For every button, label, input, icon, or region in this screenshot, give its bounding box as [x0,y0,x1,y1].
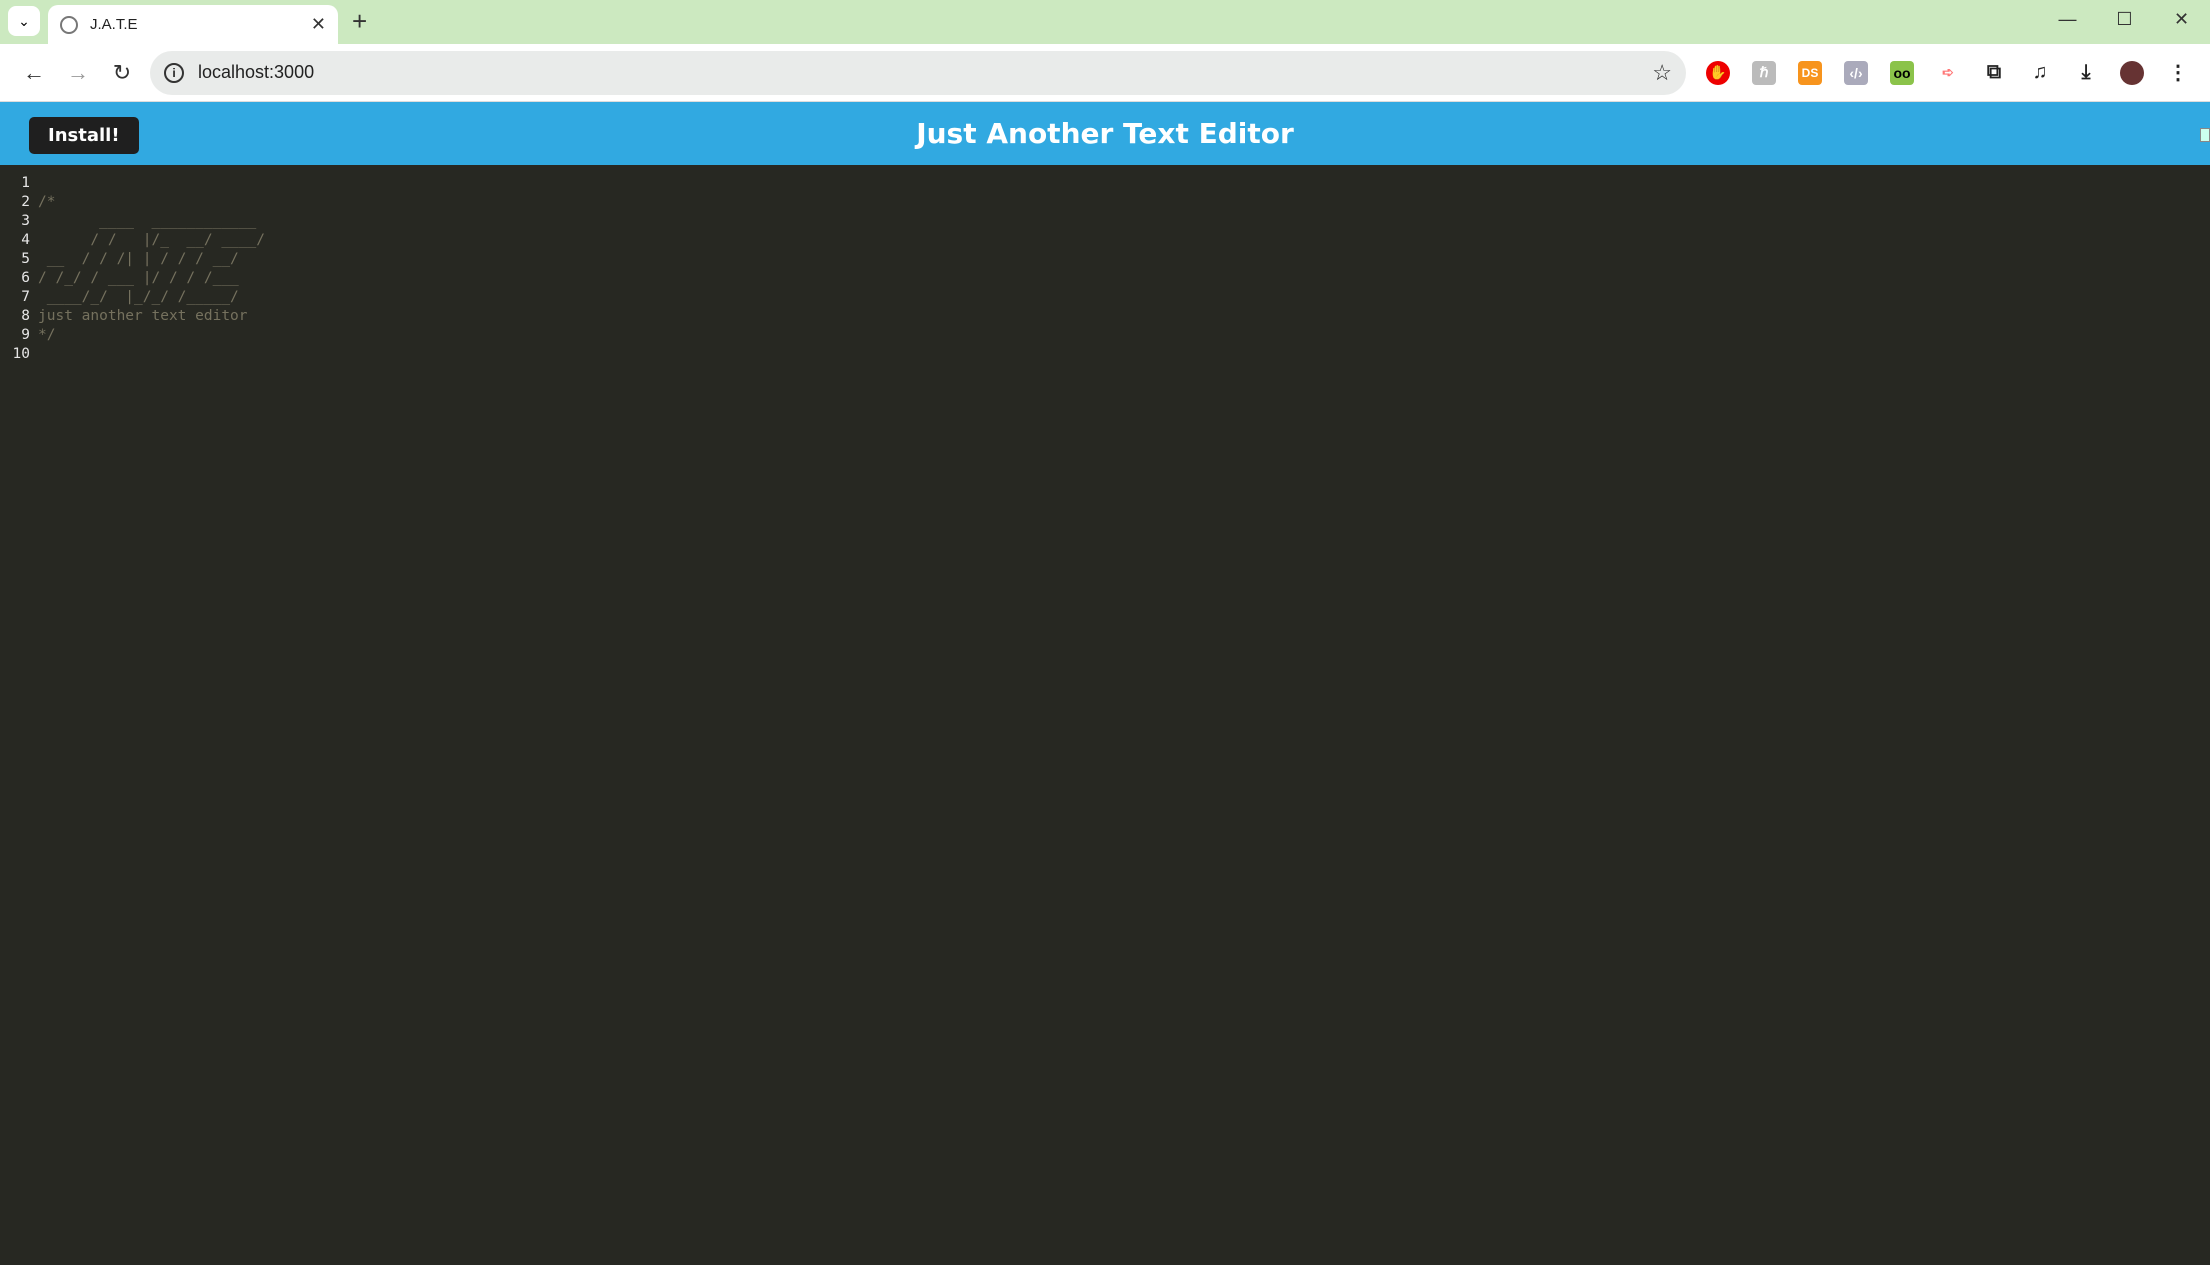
glasses-extension-icon[interactable]: oo [1890,60,1914,85]
close-window-button[interactable]: ✕ [2153,0,2210,40]
minimize-button[interactable]: — [2039,0,2096,40]
editor-line[interactable]: 6/ /_/ / ___ |/ / / /___ [0,269,2210,288]
line-number: 8 [21,308,30,324]
line-text[interactable]: /* [32,193,55,212]
url-text[interactable]: localhost:3000 [198,62,1652,83]
forward-button[interactable]: → [56,60,100,86]
adblock-icon[interactable]: ✋ [1706,60,1730,85]
line-text[interactable]: / /_/ / ___ |/ / / /___ [32,269,239,288]
line-number: 5 [21,251,30,267]
back-button[interactable]: ← [12,60,56,86]
line-number: 1 [21,175,30,191]
tab-search-button[interactable]: ⌄ [8,6,40,36]
app-header: Install! Just Another Text Editor [0,102,2210,165]
download-icon[interactable]: ⤓ [2074,61,2098,85]
code-extension-icon[interactable]: ‹/› [1844,60,1868,85]
arrow-extension-icon[interactable]: ➪ [1936,61,1960,85]
editor-line[interactable]: 10 [0,345,2210,364]
editor-line[interactable]: 4 / / |/_ __/ ____/ [0,231,2210,250]
line-text[interactable]: / / |/_ __/ ____/ [32,231,265,250]
ds-extension-icon[interactable]: DS [1798,60,1822,85]
line-text[interactable]: just another text editor [32,307,248,326]
line-text[interactable]: */ [32,326,55,345]
avatar[interactable] [2120,60,2144,85]
broken-logo-image [2200,128,2210,142]
editor-line[interactable]: 2/* [0,193,2210,212]
editor-line[interactable]: 8 just another text editor [0,307,2210,326]
media-control-icon[interactable]: ♫ [2028,61,2052,85]
line-text[interactable] [32,345,38,364]
editor-line[interactable]: 9 */ [0,326,2210,345]
tab-bar: ⌄ J.A.T.E ✕ + — ☐ ✕ [0,0,2210,44]
line-number: 6 [21,270,30,286]
tab-jate[interactable]: J.A.T.E ✕ [48,5,338,44]
editor-line[interactable]: 1 [0,174,2210,193]
menu-icon[interactable]: ⋮ [2166,61,2190,85]
globe-icon [60,15,78,34]
line-number: 10 [12,346,30,362]
line-text[interactable]: ____ ____________ [32,212,256,231]
maximize-button[interactable]: ☐ [2096,0,2153,40]
line-text[interactable] [32,174,38,193]
code-editor[interactable]: 1 2/* 3 ____ ____________ 4 / / |/_ __/ ___… [0,165,2210,364]
tab-title: J.A.T.E [90,16,138,33]
line-number: 4 [21,232,30,248]
new-tab-button[interactable]: + [352,6,367,37]
page-title: Just Another Text Editor [916,117,1294,150]
bookmark-star-icon[interactable]: ☆ [1652,60,1672,86]
site-info-icon[interactable]: i [164,62,184,83]
editor-line[interactable]: 3 ____ ____________ [0,212,2210,231]
reload-button[interactable]: ↻ [100,60,144,86]
install-button[interactable]: Install! [29,117,139,154]
line-number: 9 [21,327,30,343]
editor-line[interactable]: 7 ____/_/ |_/_/ /_____/ [0,288,2210,307]
address-bar[interactable]: i localhost:3000 ☆ [150,50,1686,95]
h-extension-icon[interactable]: ℏ [1752,60,1776,85]
line-number: 7 [21,289,30,305]
address-bar-row: ← → ↻ i localhost:3000 ☆ ✋ ℏ DS ‹/› oo ➪… [0,44,2210,102]
close-tab-icon[interactable]: ✕ [311,14,326,35]
line-text[interactable]: __ / / /| | / / / __/ [32,250,239,269]
puzzle-icon[interactable]: ⧉ [1982,61,2006,85]
line-number: 2 [21,194,30,210]
line-number: 3 [21,213,30,229]
line-text[interactable]: ____/_/ |_/_/ /_____/ [32,288,239,307]
editor-line[interactable]: 5 __ / / /| | / / / __/ [0,250,2210,269]
